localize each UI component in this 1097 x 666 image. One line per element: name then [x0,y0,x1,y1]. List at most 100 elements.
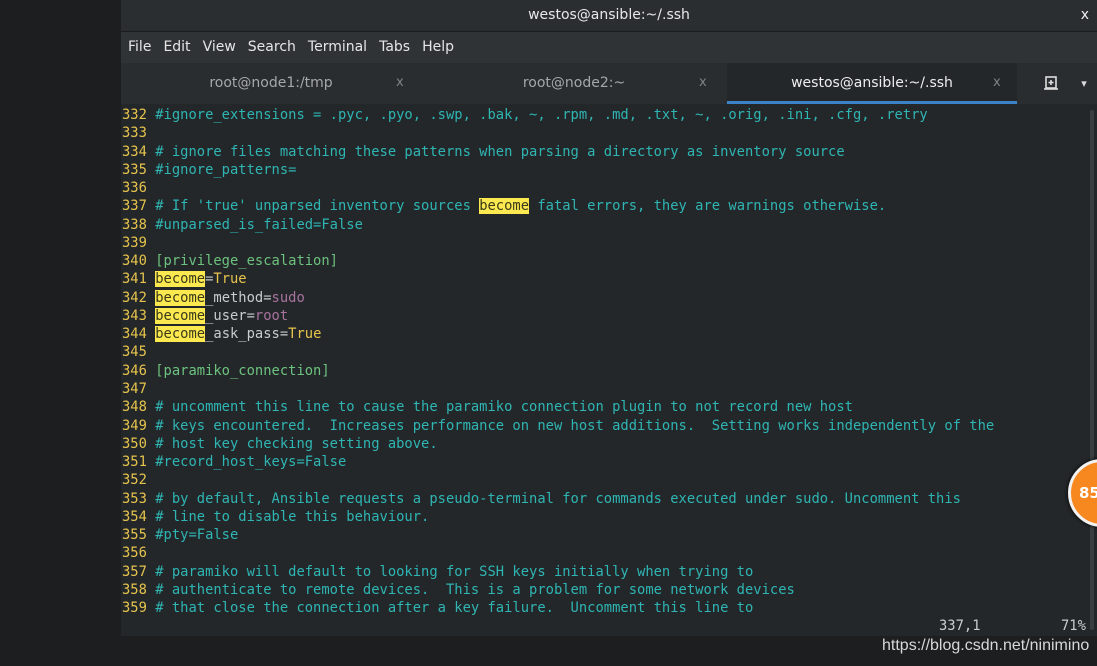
terminal-line: 334 # ignore files matching these patter… [122,143,1087,161]
line-number: 333 [122,125,147,142]
terminal-line: 341 become=True [122,270,1087,288]
code-text: # paramiko will default to looking for S… [155,563,754,580]
terminal-line: 348 # uncomment this line to cause the p… [122,398,1087,416]
search-highlight: become [155,326,206,343]
code-text: # host key checking setting above. [155,435,438,452]
line-number: 357 [122,563,147,580]
code-text: _method= [205,289,272,306]
tab-close-button[interactable]: x [699,63,707,103]
code-text: # If 'true' unparsed inventory sources [155,198,480,215]
close-window-button[interactable]: x [1081,0,1089,31]
tab-menu-button[interactable]: ▾ [1071,63,1097,104]
terminal-line: 356 [122,544,1087,562]
search-highlight: become [155,271,206,288]
terminal-line: 335 #ignore_patterns= [122,161,1087,179]
search-highlight: become [155,289,206,306]
terminal-line: 339 [122,234,1087,252]
code-text: # uncomment this line to cause the param… [155,399,853,416]
line-number: 352 [122,472,147,489]
menu-tabs[interactable]: Tabs [374,32,415,63]
line-number: 351 [122,454,147,471]
menu-terminal[interactable]: Terminal [303,32,372,63]
tab-label: root@node2:~ [522,75,626,91]
new-tab-button[interactable] [1036,63,1066,104]
tab-close-button[interactable]: x [993,63,1001,103]
code-text: #pty=False [155,527,239,544]
code-text: # keys encountered. Increases performanc… [155,417,995,434]
line-number: 344 [122,326,147,343]
cursor-position: 337,1 [939,618,981,634]
window-title: westos@ansible:~/.ssh [528,7,690,23]
code-text: # line to disable this behaviour. [155,508,430,525]
code-text: _user= [205,307,255,324]
tab-node2[interactable]: root@node2:~ x [421,63,727,104]
line-number: 341 [122,271,147,288]
line-number: 338 [122,216,147,233]
terminal-line: 359 # that close the connection after a … [122,599,1087,617]
terminal-line: 347 [122,380,1087,398]
line-number: 334 [122,143,147,160]
line-number: 350 [122,435,147,452]
code-text: # authenticate to remote devices. This i… [155,581,795,598]
terminal-line: 357 # paramiko will default to looking f… [122,563,1087,581]
line-number: 339 [122,234,147,251]
code-text: # by default, Ansible requests a pseudo-… [155,490,961,507]
code-text: #ignore_patterns= [155,161,297,178]
terminal-line: 332 #ignore_extensions = .pyc, .pyo, .sw… [122,106,1087,124]
code-text: fatal errors, they are warnings otherwis… [529,198,887,215]
line-number: 340 [122,253,147,270]
menu-search[interactable]: Search [243,32,301,63]
code-text: # ignore files matching these patterns w… [155,143,845,160]
terminal-line: 338 #unparsed_is_failed=False [122,216,1087,234]
line-number: 354 [122,508,147,525]
code-text: _ask_pass= [205,326,289,343]
terminal-line: 345 [122,343,1087,361]
watermark: https://blog.csdn.net/ninimino [882,637,1090,654]
line-number: 356 [122,545,147,562]
code-text: #unparsed_is_failed=False [155,216,363,233]
terminal-line: 354 # line to disable this behaviour. [122,508,1087,526]
code-text: [paramiko_connection] [155,362,330,379]
code-text: [privilege_escalation] [155,253,338,270]
line-number: 355 [122,527,147,544]
terminal-line: 346 [paramiko_connection] [122,362,1087,380]
terminal-line: 350 # host key checking setting above. [122,435,1087,453]
line-number: 335 [122,161,147,178]
code-text: sudo [271,289,305,306]
code-text: True [288,326,322,343]
search-highlight: become [155,307,206,324]
terminal-line: 337 # If 'true' unparsed inventory sourc… [122,197,1087,215]
terminal-line: 349 # keys encountered. Increases perfor… [122,417,1087,435]
terminal-line: 343 become_user=root [122,307,1087,325]
title-bar: westos@ansible:~/.ssh x [121,0,1097,32]
menu-edit[interactable]: Edit [158,32,195,63]
menu-file[interactable]: File [123,32,156,63]
line-number: 343 [122,307,147,324]
tab-ansible[interactable]: westos@ansible:~/.ssh x [727,63,1017,104]
menu-view[interactable]: View [198,32,241,63]
tab-node1[interactable]: root@node1:/tmp x [121,63,421,104]
line-number: 342 [122,289,147,306]
tab-bar: root@node1:/tmp x root@node2:~ x westos@… [121,63,1097,104]
terminal-line: 353 # by default, Ansible requests a pse… [122,490,1087,508]
line-number: 359 [122,600,147,617]
terminal-output[interactable]: 332 #ignore_extensions = .pyc, .pyo, .sw… [122,106,1087,617]
menu-help[interactable]: Help [417,32,459,63]
tab-close-button[interactable]: x [396,63,404,103]
scrollbar[interactable] [1087,106,1097,636]
terminal-line: 342 become_method=sudo [122,289,1087,307]
terminal-line: 333 [122,124,1087,142]
terminal-line: 340 [privilege_escalation] [122,252,1087,270]
search-highlight: become [479,198,530,215]
code-text: #ignore_extensions = .pyc, .pyo, .swp, .… [155,107,928,123]
menu-bar: File Edit View Search Terminal Tabs Help [121,32,1097,63]
terminal-window: westos@ansible:~/.ssh x File Edit View Sear… [121,0,1097,636]
line-number: 358 [122,581,147,598]
tab-label: westos@ansible:~/.ssh [791,75,953,91]
line-number: 332 [122,107,147,123]
code-text: # that close the connection after a key … [155,600,754,617]
line-number: 337 [122,198,147,215]
vim-status-line: 337,1 71% [121,616,1086,636]
tab-label: root@node1:/tmp [209,75,333,91]
scrollbar-thumb[interactable] [1090,110,1094,630]
